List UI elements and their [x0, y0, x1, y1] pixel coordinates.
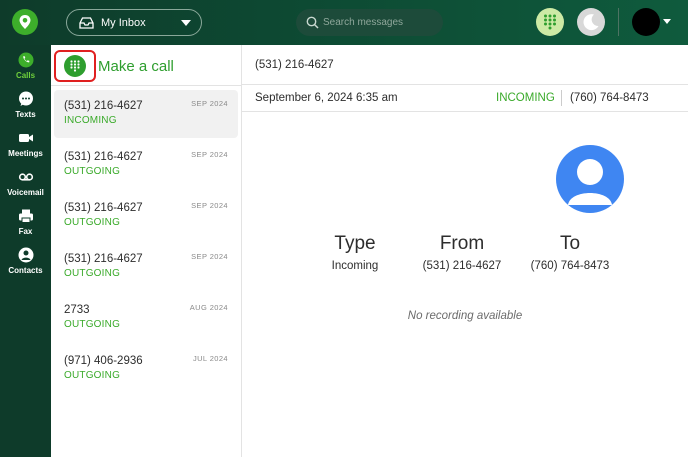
account-menu-caret-icon[interactable]: [663, 19, 671, 24]
nav-label-fax: Fax: [18, 227, 33, 236]
nav-label-texts: Texts: [15, 110, 36, 119]
dialpad-icon: [544, 14, 556, 30]
moon-icon: [583, 14, 599, 31]
nav-label-meetings: Meetings: [8, 149, 43, 158]
dialpad-button[interactable]: [536, 8, 564, 36]
call-list-item[interactable]: (531) 216-4627 OUTGOING SEP 2024: [54, 243, 238, 291]
call-direction: OUTGOING: [64, 319, 121, 330]
topbar-divider: [618, 8, 619, 36]
call-list-item[interactable]: (531) 216-4627 OUTGOING SEP 2024: [54, 141, 238, 189]
app-logo[interactable]: [12, 9, 38, 35]
contact-avatar-icon: [556, 145, 624, 213]
call-number: 2733: [64, 304, 90, 316]
call-datetime: September 6, 2024 6:35 am: [255, 92, 398, 104]
call-list-item[interactable]: (531) 216-4627 INCOMING SEP 2024: [54, 90, 238, 138]
to-title: To: [559, 233, 581, 254]
divider: [51, 85, 241, 86]
nav-item-calls[interactable]: Calls: [0, 52, 51, 80]
voicemail-icon: [18, 169, 34, 185]
fax-icon: [18, 208, 34, 224]
chevron-down-icon: [181, 19, 191, 26]
make-call-highlight[interactable]: [54, 50, 96, 82]
call-direction: INCOMING: [64, 115, 117, 126]
to-value[interactable]: (760) 764-8473: [520, 260, 620, 272]
nav-label-voicemail: Voicemail: [7, 188, 44, 197]
no-recording-message: No recording available: [407, 310, 523, 322]
call-date: SEP 2024: [191, 201, 228, 210]
call-from-column: From (531) 216-4627: [412, 233, 512, 272]
call-status: INCOMING: [496, 92, 555, 104]
type-title: Type: [334, 233, 376, 254]
call-to-number[interactable]: (760) 764-8473: [570, 92, 649, 104]
type-value: Incoming: [331, 260, 379, 272]
nav-item-fax[interactable]: Fax: [0, 208, 51, 236]
call-date: SEP 2024: [191, 99, 228, 108]
call-list-item[interactable]: (531) 216-4627 OUTGOING SEP 2024: [54, 192, 238, 240]
from-title: From: [439, 233, 485, 254]
call-date: AUG 2024: [189, 303, 228, 312]
video-icon: [18, 130, 34, 146]
info-divider: [561, 90, 562, 106]
call-detail-panel: (531) 216-4627 September 6, 2024 6:35 am…: [242, 45, 688, 457]
call-number: (971) 406-2936: [64, 355, 143, 367]
contact-icon: [18, 247, 34, 263]
make-call-label: Make a call: [98, 57, 174, 75]
call-date: SEP 2024: [191, 150, 228, 159]
call-date: SEP 2024: [191, 252, 228, 261]
user-avatar[interactable]: [632, 8, 660, 36]
nav-item-texts[interactable]: Texts: [0, 91, 51, 119]
nav-label-calls: Calls: [15, 71, 36, 80]
call-direction: OUTGOING: [64, 268, 121, 279]
call-type-column: Type Incoming: [315, 233, 395, 272]
nav-item-voicemail[interactable]: Voicemail: [0, 169, 51, 197]
phone-icon: [18, 52, 34, 68]
top-bar: My Inbox: [0, 0, 688, 45]
call-to-column: To (760) 764-8473: [520, 233, 620, 272]
from-value[interactable]: (531) 216-4627: [412, 260, 512, 272]
call-list-item[interactable]: 2733 OUTGOING AUG 2024: [54, 294, 238, 342]
call-date: JUL 2024: [192, 354, 228, 363]
call-direction: OUTGOING: [64, 370, 121, 381]
nav-item-contacts[interactable]: Contacts: [0, 247, 51, 275]
nav-item-meetings[interactable]: Meetings: [0, 130, 51, 158]
call-info-bar: September 6, 2024 6:35 am INCOMING (760)…: [242, 85, 688, 112]
detail-header: (531) 216-4627: [242, 45, 688, 85]
search-bar[interactable]: [296, 9, 443, 36]
call-number: (531) 216-4627: [64, 202, 143, 214]
call-number: (531) 216-4627: [64, 151, 143, 163]
call-direction: OUTGOING: [64, 217, 121, 228]
detail-header-number[interactable]: (531) 216-4627: [255, 59, 334, 71]
inbox-selector-label: My Inbox: [101, 16, 146, 29]
call-list-item[interactable]: (971) 406-2936 OUTGOING JUL 2024: [54, 345, 238, 393]
search-input[interactable]: [323, 17, 433, 28]
nav-label-contacts: Contacts: [8, 266, 43, 275]
inbox-selector[interactable]: My Inbox: [66, 9, 202, 36]
dark-mode-toggle[interactable]: [577, 8, 605, 36]
call-number: (531) 216-4627: [64, 100, 143, 112]
call-direction: OUTGOING: [64, 166, 121, 177]
logo-pin-icon: [19, 15, 31, 29]
call-list-panel: Make a call (531) 216-4627 INCOMING SEP …: [51, 45, 242, 457]
call-number: (531) 216-4627: [64, 253, 143, 265]
left-nav: Calls Texts Meetings Voicemail Fax Conta…: [0, 45, 51, 457]
inbox-tray-icon: [79, 16, 95, 30]
dialpad-icon: [64, 55, 86, 77]
make-call-button[interactable]: Make a call: [54, 49, 174, 83]
chat-icon: [18, 91, 34, 107]
search-icon: [306, 16, 319, 29]
